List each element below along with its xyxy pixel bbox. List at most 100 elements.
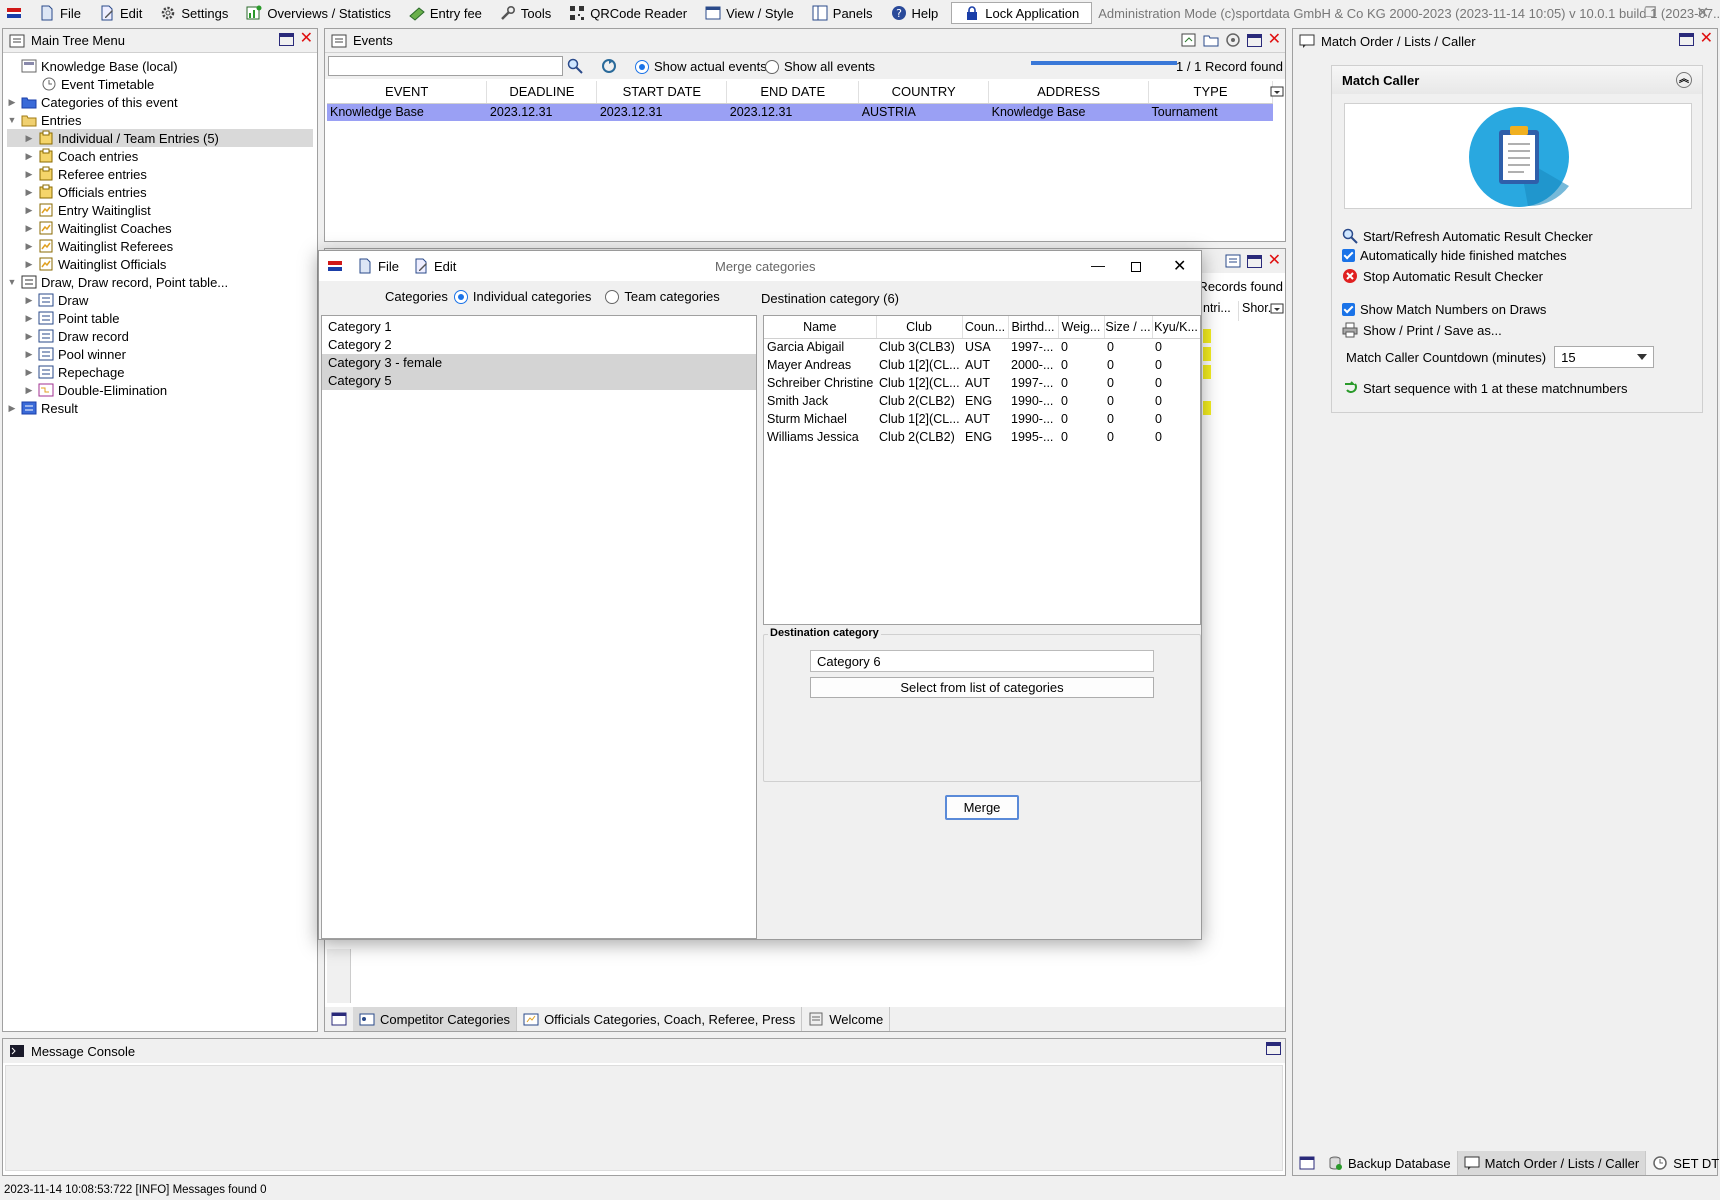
select-from-list-button[interactable]: Select from list of categories [810, 677, 1154, 698]
tree-node[interactable]: ▶ Officials entries [7, 183, 313, 201]
collapsed-triangle-icon[interactable]: ▶ [24, 295, 34, 305]
list-item[interactable]: Category 3 - female [322, 354, 756, 372]
close-icon[interactable]: ✕ [1268, 253, 1281, 269]
tree-node[interactable]: ▶ Result [7, 399, 313, 417]
window-close-icon[interactable]: ✕ [1696, 3, 1709, 23]
table-row[interactable]: Smith Jack Club 2(CLB2) ENG 1990-... 0 0 0 [764, 392, 1200, 410]
tab-officials-categories[interactable]: Officials Categories, Coach, Referee, Pr… [517, 1007, 803, 1031]
tab-welcome[interactable]: Welcome [802, 1007, 891, 1031]
maximize-window-icon[interactable] [1131, 262, 1141, 272]
action-link[interactable]: Start/Refresh Automatic Result Checker [1342, 228, 1593, 244]
events-column-header[interactable]: DEADLINE [486, 81, 598, 104]
tree-node[interactable]: ▶ Draw record [7, 327, 313, 345]
destination-category-input[interactable] [810, 650, 1154, 672]
collapsed-triangle-icon[interactable]: ▶ [24, 133, 34, 143]
export-icon[interactable] [1181, 32, 1197, 48]
sync-icon[interactable] [601, 58, 617, 74]
tab-set-dtm[interactable]: SET DTM [1646, 1151, 1720, 1175]
athletes-column-header[interactable]: Club [876, 316, 963, 339]
show-all-events-radio[interactable]: Show all events [765, 59, 875, 74]
tree-node[interactable]: ▶ Coach entries [7, 147, 313, 165]
checkbox-checked-icon[interactable] [1342, 249, 1355, 262]
tab-match-order[interactable]: Match Order / Lists / Caller [1457, 1151, 1647, 1175]
close-icon[interactable]: ✕ [300, 31, 313, 47]
collapsed-triangle-icon[interactable] [7, 61, 17, 71]
collapsed-triangle-icon[interactable]: ▶ [24, 367, 34, 377]
search-icon[interactable] [567, 58, 583, 74]
athletes-column-header[interactable]: Size / ... [1104, 316, 1153, 339]
dialog-close-icon[interactable]: ✕ [1173, 256, 1186, 276]
events-column-header[interactable]: EVENT [327, 81, 488, 104]
collapsed-triangle-icon[interactable]: ▶ [7, 403, 17, 413]
collapsed-triangle-icon[interactable]: ▶ [24, 151, 34, 161]
collapsed-triangle-icon[interactable]: ▶ [24, 313, 34, 323]
collapsed-triangle-icon[interactable]: ▶ [24, 187, 34, 197]
close-icon[interactable]: ✕ [1700, 31, 1713, 47]
tree-node[interactable]: ▶ Pool winner [7, 345, 313, 363]
collapsed-triangle-icon[interactable]: ▶ [24, 205, 34, 215]
athletes-column-header[interactable]: Weig... [1058, 316, 1105, 339]
menu-entry-fee[interactable]: Entry fee [400, 1, 491, 25]
col-short-header[interactable]: Shor... [1239, 301, 1278, 321]
merge-button[interactable]: Merge [945, 795, 1019, 820]
tree-node[interactable]: ▶ Waitinglist Coaches [7, 219, 313, 237]
menu-edit[interactable]: Edit [90, 1, 151, 25]
list-icon[interactable] [1225, 253, 1241, 269]
events-column-header[interactable]: COUNTRY [858, 81, 990, 104]
menu-view-style[interactable]: View / Style [696, 1, 803, 25]
list-item[interactable]: Category 5 [322, 372, 756, 390]
expanded-triangle-icon[interactable]: ▼ [7, 277, 17, 287]
expanded-triangle-icon[interactable]: ▼ [7, 115, 17, 125]
vertical-scrollbar[interactable] [327, 949, 351, 1003]
option-checkbox[interactable]: Automatically hide finished matches [1342, 248, 1567, 263]
table-row[interactable]: Schreiber Christine Club 1[2](CL... AUT 199… [764, 374, 1200, 392]
list-item[interactable]: Category 2 [322, 336, 756, 354]
menu-help[interactable]: ? Help [882, 1, 948, 25]
athletes-column-header[interactable]: Kyu/K... [1152, 316, 1200, 339]
collapsed-triangle-icon[interactable]: ▶ [7, 97, 17, 107]
maximize-icon[interactable] [278, 32, 294, 46]
tree-node[interactable]: ▶ Double-Elimination [7, 381, 313, 399]
events-column-header[interactable]: TYPE [1148, 81, 1273, 104]
list-item[interactable]: Category 1 [322, 318, 756, 336]
start-sequence-action[interactable]: Start sequence with 1 at these matchnumb… [1342, 380, 1627, 396]
athletes-column-header[interactable]: Coun... [962, 316, 1009, 339]
dialog-menu-file[interactable]: File [357, 258, 399, 274]
tree-node[interactable]: Event Timetable [7, 75, 313, 93]
events-column-header[interactable]: END DATE [726, 81, 860, 104]
table-row[interactable]: Sturm Michael Club 1[2](CL... AUT 1990-... 0… [764, 410, 1200, 428]
checkbox-checked-icon[interactable] [1342, 303, 1355, 316]
menu-qrcode[interactable]: QRCode Reader [560, 1, 696, 25]
col-entries-header[interactable]: ntri... [1203, 301, 1239, 321]
tree-node[interactable]: ▼ Draw, Draw record, Point table... [7, 273, 313, 291]
events-search-input[interactable] [328, 56, 563, 76]
table-row[interactable]: Knowledge Base 2023.12.31 2023.12.31 2023.1… [327, 103, 1273, 121]
collapsed-triangle-icon[interactable]: ▶ [24, 259, 34, 269]
events-column-header[interactable]: START DATE [596, 81, 728, 104]
tree-node[interactable]: ▶ Point table [7, 309, 313, 327]
menu-file[interactable]: File [30, 1, 90, 25]
collapsed-triangle-icon[interactable]: ▶ [24, 331, 34, 341]
collapsed-triangle-icon[interactable]: ▶ [24, 241, 34, 251]
maximize-icon[interactable] [1266, 1042, 1281, 1055]
table-row[interactable]: Garcia Abigail Club 3(CLB3) USA 1997-... 0 0 0 [764, 338, 1200, 356]
individual-categories-radio[interactable]: Individual categories [453, 289, 591, 304]
athletes-column-header[interactable]: Name [764, 316, 877, 339]
lock-application-button[interactable]: Lock Application [951, 2, 1093, 24]
tab-competitor-categories[interactable]: Competitor Categories [353, 1007, 518, 1031]
action-link[interactable]: Stop Automatic Result Checker [1342, 268, 1543, 284]
panel-toggle-icon[interactable] [1299, 1155, 1315, 1171]
countdown-select[interactable]: 15 [1554, 346, 1655, 368]
tree-node[interactable]: ▶ Waitinglist Officials [7, 255, 313, 273]
refresh-icon[interactable] [1225, 32, 1241, 48]
menu-overviews[interactable]: Overviews / Statistics [237, 1, 400, 25]
window-restore-icon[interactable]: ❐ [1644, 4, 1657, 21]
table-row[interactable]: Mayer Andreas Club 1[2](CL... AUT 2000-... 0… [764, 356, 1200, 374]
collapsed-triangle-icon[interactable]: ▶ [24, 349, 34, 359]
table-row[interactable]: Williams Jessica Club 2(CLB2) ENG 1995-... 0… [764, 428, 1200, 446]
tree-node[interactable]: ▼ Entries [7, 111, 313, 129]
menu-settings[interactable]: Settings [151, 1, 237, 25]
tab-backup-database[interactable]: Backup Database [1321, 1151, 1458, 1175]
column-chooser-icon[interactable] [1269, 84, 1285, 100]
close-icon[interactable]: ✕ [1268, 32, 1281, 48]
